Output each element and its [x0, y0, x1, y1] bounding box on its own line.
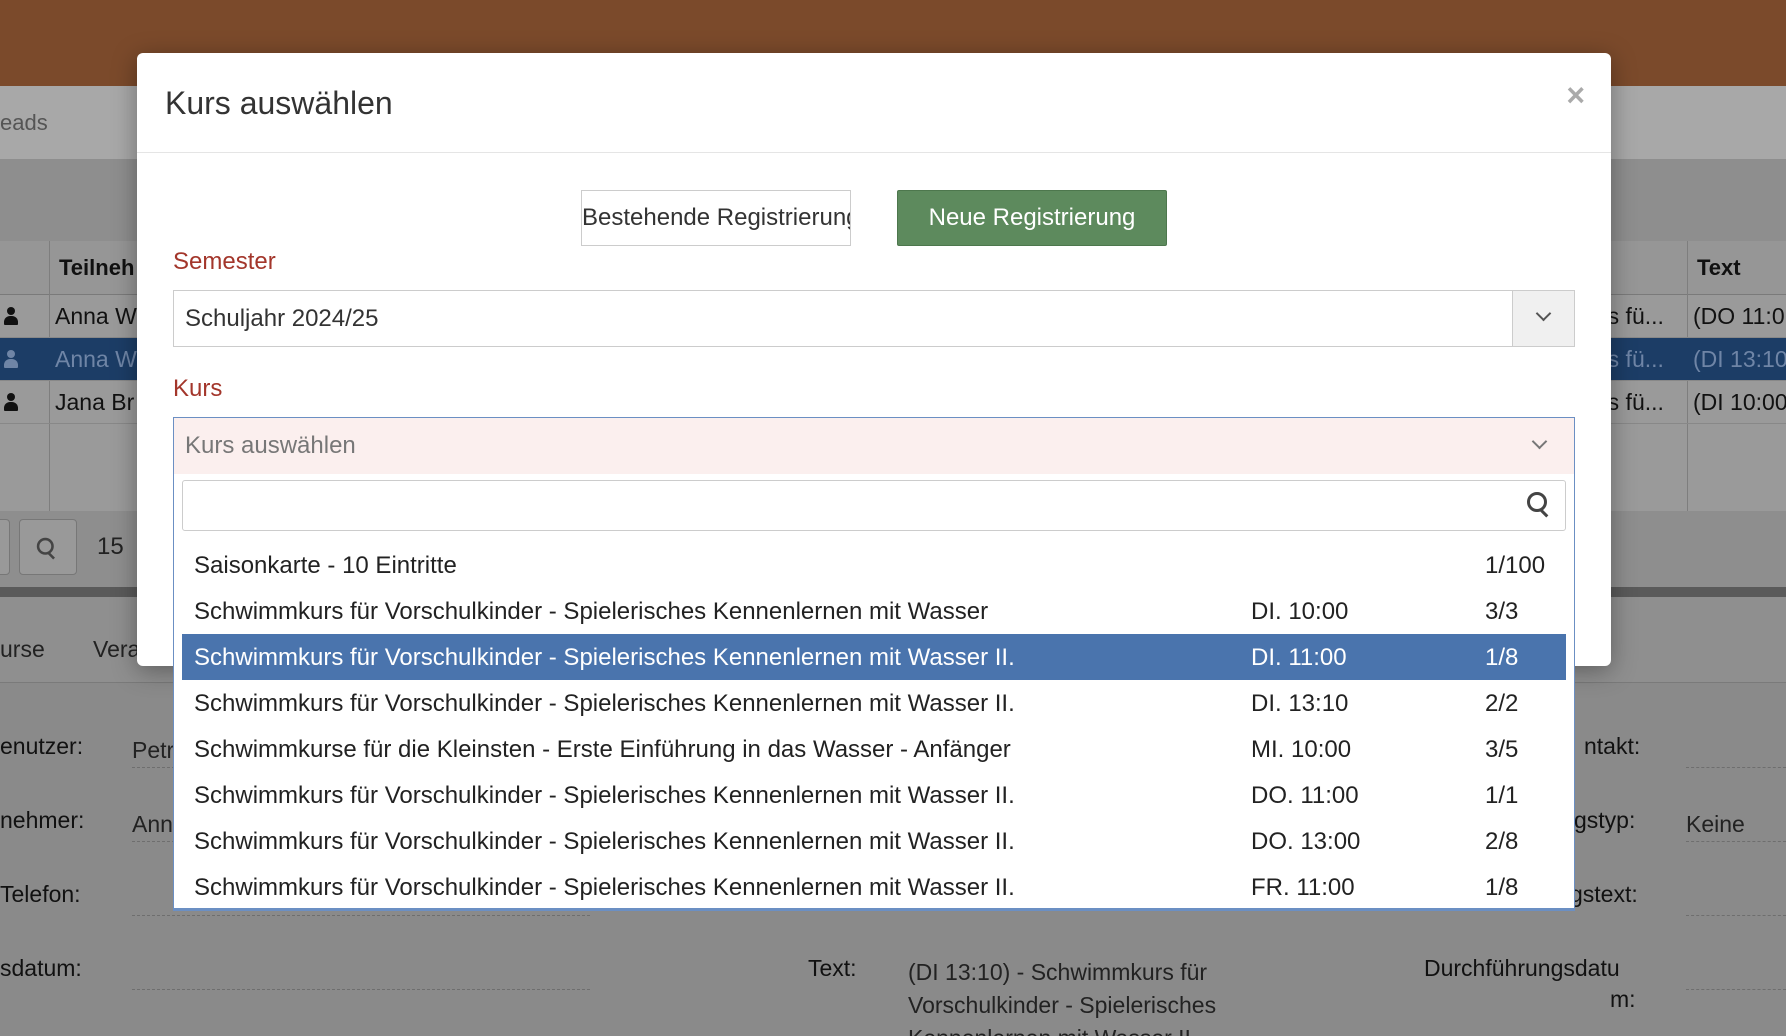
- option-time: DI. 11:00: [1251, 644, 1347, 671]
- field-underline: [132, 915, 590, 916]
- kurs-option[interactable]: Saisonkarte - 10 Eintritte 1/100: [182, 542, 1566, 588]
- field-underline: [1686, 989, 1786, 990]
- search-icon: [1527, 492, 1551, 516]
- semester-value: Schuljahr 2024/25: [185, 305, 379, 332]
- option-name: Schwimmkurse für die Kleinsten - Erste E…: [194, 736, 1011, 763]
- option-time: FR. 11:00: [1251, 874, 1355, 901]
- option-name: Schwimmkurs für Vorschulkinder - Spieler…: [194, 874, 1015, 901]
- chevron-down-icon: [1535, 305, 1552, 322]
- page-size[interactable]: 15: [97, 533, 124, 561]
- cell-text: (DI 13:10: [1693, 346, 1786, 372]
- chevron-down-icon: [1531, 433, 1548, 450]
- field-underline: [132, 989, 590, 990]
- modal-header: Kurs auswählen ×: [137, 53, 1611, 153]
- user-value: Petr: [132, 737, 175, 763]
- kurs-select[interactable]: Kurs auswählen: [173, 417, 1575, 474]
- user-label: enutzer:: [0, 733, 84, 759]
- field-underline: [1686, 915, 1786, 916]
- option-time: DI. 13:10: [1251, 690, 1349, 717]
- phone-label: Telefon:: [0, 881, 81, 907]
- type-label: gstyp:: [1574, 807, 1636, 833]
- semester-dropdown-toggle[interactable]: [1512, 291, 1574, 346]
- modal-title: Kurs auswählen: [165, 85, 393, 121]
- kurs-search-box: [182, 480, 1566, 531]
- kurs-search-input[interactable]: [191, 489, 1511, 523]
- column-header-text[interactable]: Text: [1697, 255, 1741, 281]
- contact-label: ntakt:: [1584, 733, 1641, 759]
- text-value-line3: Kennenlernen mit Wasser II.: [908, 1025, 1197, 1036]
- kurs-option[interactable]: Schwimmkurse für die Kleinsten - Erste E…: [182, 726, 1566, 772]
- option-cap: 2/8: [1485, 828, 1519, 855]
- participant-label: nehmer:: [0, 807, 85, 833]
- option-time: DI. 10:00: [1251, 598, 1349, 625]
- option-cap: 1/100: [1485, 552, 1546, 579]
- text-label: Text:: [808, 955, 857, 981]
- date-label: sdatum:: [0, 955, 82, 981]
- kurs-dropdown: Saisonkarte - 10 Eintritte 1/100 Schwimmku…: [173, 474, 1575, 911]
- field-underline: [1686, 767, 1786, 768]
- participant-value: Ann: [132, 811, 173, 837]
- column-header-participant[interactable]: Teilneh: [59, 255, 134, 281]
- exec-date-label-line1: Durchführungsdatu: [1424, 955, 1620, 981]
- option-name: Schwimmkurs für Vorschulkinder - Spieler…: [194, 690, 1015, 717]
- close-icon[interactable]: ×: [1566, 79, 1585, 111]
- text2-label: gstext:: [1570, 881, 1638, 907]
- cell-text: (DO 11:0: [1693, 303, 1785, 329]
- option-cap: 3/3: [1485, 598, 1519, 625]
- kurs-option-highlighted[interactable]: Schwimmkurs für Vorschulkinder - Spieler…: [182, 634, 1566, 680]
- cell-participant: Anna W: [55, 303, 137, 329]
- user-icon: [4, 307, 18, 325]
- option-time: DO. 11:00: [1251, 782, 1359, 809]
- kurs-option[interactable]: Schwimmkurs für Vorschulkinder - Spieler…: [182, 818, 1566, 864]
- option-name: Schwimmkurs für Vorschulkinder - Spieler…: [194, 644, 1015, 671]
- field-underline: [1686, 841, 1786, 842]
- cell-text: (DI 10:00: [1693, 389, 1786, 415]
- text-value-line1: (DI 13:10) - Schwimmkurs für: [908, 959, 1208, 985]
- kurs-options: Saisonkarte - 10 Eintritte 1/100 Schwimmku…: [182, 542, 1566, 910]
- pager-button[interactable]: [0, 519, 10, 575]
- option-name: Schwimmkurs für Vorschulkinder - Spieler…: [194, 828, 1015, 855]
- kurs-label: Kurs: [173, 375, 223, 402]
- kurs-option[interactable]: Schwimmkurs für Vorschulkinder - Spieler…: [182, 772, 1566, 818]
- tab-courses[interactable]: urse: [0, 636, 45, 663]
- semester-label: Semester: [173, 248, 276, 275]
- option-cap: 1/8: [1485, 644, 1519, 671]
- option-cap: 2/2: [1485, 690, 1519, 717]
- option-name: Schwimmkurs für Vorschulkinder - Spieler…: [194, 598, 989, 625]
- option-cap: 3/5: [1485, 736, 1519, 763]
- search-icon: [36, 537, 57, 558]
- user-icon: [4, 393, 18, 411]
- existing-registration-button[interactable]: Bestehende Registrierung: [581, 190, 851, 246]
- semester-select[interactable]: Schuljahr 2024/25: [173, 290, 1575, 347]
- nav-item-leads[interactable]: eads: [0, 110, 48, 136]
- kurs-placeholder: Kurs auswählen: [185, 432, 356, 459]
- kurs-option[interactable]: Schwimmkurs für Vorschulkinder - Spieler…: [182, 680, 1566, 726]
- tab-events[interactable]: Vera: [93, 636, 140, 663]
- option-name: Schwimmkurs für Vorschulkinder - Spieler…: [194, 782, 1015, 809]
- cell-participant: Jana Br: [55, 389, 135, 415]
- option-cap: 1/8: [1485, 874, 1519, 901]
- option-name: Saisonkarte - 10 Eintritte: [194, 552, 457, 579]
- cell-participant: Anna W: [55, 346, 137, 372]
- pager-search-button[interactable]: [19, 519, 77, 575]
- text-value-line2: Vorschulkinder - Spielerisches: [908, 992, 1217, 1018]
- option-time: DO. 13:00: [1251, 828, 1361, 855]
- new-registration-button[interactable]: Neue Registrierung: [897, 190, 1167, 246]
- option-time: MI. 10:00: [1251, 736, 1352, 763]
- kurs-option[interactable]: Schwimmkurs für Vorschulkinder - Spieler…: [182, 864, 1566, 910]
- user-icon: [4, 350, 18, 368]
- option-cap: 1/1: [1485, 782, 1519, 809]
- type-value: Keine: [1686, 811, 1745, 837]
- exec-date-label-line2: m:: [1610, 986, 1636, 1012]
- kurs-option[interactable]: Schwimmkurs für Vorschulkinder - Spieler…: [182, 588, 1566, 634]
